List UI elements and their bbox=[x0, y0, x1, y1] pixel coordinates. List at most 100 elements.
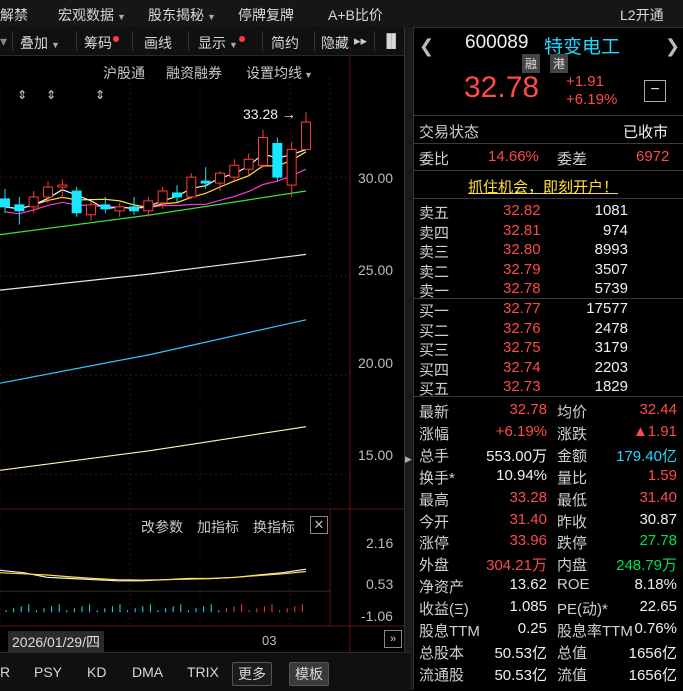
stat-value: 0.25 bbox=[517, 620, 547, 637]
more-button[interactable]: 更多 bbox=[232, 662, 272, 686]
stat-label: 昨收 bbox=[557, 513, 588, 531]
add-indicator-link[interactable]: 加指标 bbox=[197, 517, 239, 537]
status-label: 交易状态 bbox=[419, 124, 480, 141]
stat-value: 304.21万 bbox=[486, 557, 547, 575]
bid-volume: 3179 bbox=[594, 339, 628, 356]
menu-shareholder[interactable]: 股东揭秘 ▼ bbox=[148, 5, 216, 25]
candle-body bbox=[114, 206, 125, 212]
chart-grid bbox=[0, 56, 410, 656]
bid-volume: 17577 bbox=[586, 300, 628, 317]
ask-volume: 3507 bbox=[594, 260, 628, 278]
candle-body bbox=[258, 137, 268, 166]
candle-body bbox=[14, 204, 25, 212]
indicator-subchart bbox=[0, 568, 330, 613]
stat-value: 248.79万 bbox=[616, 557, 677, 575]
stock-code: 600089 bbox=[465, 32, 529, 53]
link-set-ma[interactable]: 设置均线 ▼ bbox=[246, 63, 313, 83]
tab-r[interactable]: R bbox=[0, 664, 10, 680]
stat-value: 0.76% bbox=[634, 620, 677, 637]
bid-price: 32.75 bbox=[503, 339, 541, 356]
weibi-label: 委比 bbox=[419, 151, 450, 168]
chevron-down-icon: ▼ bbox=[229, 40, 238, 50]
kline-chart[interactable] bbox=[0, 56, 410, 656]
ma-line bbox=[0, 253, 307, 291]
bid-price: 32.73 bbox=[503, 378, 541, 395]
stat-label: 总手 bbox=[419, 447, 450, 465]
double-chevron-right-icon[interactable]: » bbox=[384, 630, 402, 648]
candle-body bbox=[143, 200, 154, 212]
link-margin[interactable]: 融资融券 bbox=[166, 63, 222, 83]
candle-body bbox=[43, 186, 53, 198]
sub-tick-label: 2.16 bbox=[366, 535, 394, 551]
menu-l2-open[interactable]: L2开通 bbox=[620, 5, 664, 25]
stat-value: 1656亿 bbox=[628, 644, 677, 662]
price-change-pct: +6.19% bbox=[566, 91, 618, 108]
next-stock-icon[interactable]: ❯ bbox=[665, 36, 680, 57]
event-marker-icon[interactable]: ⇕ bbox=[17, 88, 27, 102]
stat-label: 总值 bbox=[557, 644, 588, 662]
ask-volume: 974 bbox=[602, 221, 628, 239]
menu-macro-data[interactable]: 宏观数据 ▼ bbox=[58, 5, 126, 25]
double-chevron-right-icon[interactable]: ▸▸ bbox=[354, 33, 367, 49]
candle-body bbox=[301, 121, 311, 150]
candle-body bbox=[286, 148, 297, 186]
tab-trix[interactable]: TRIX bbox=[187, 664, 219, 680]
menu-jiejin[interactable]: 解禁 bbox=[0, 5, 28, 25]
hide-button[interactable]: 隐藏 bbox=[321, 33, 349, 53]
promo-link[interactable]: 抓住机会，即刻开户！ bbox=[468, 176, 618, 197]
stat-value: 33.96 bbox=[509, 532, 547, 550]
simple-button[interactable]: 简约 bbox=[271, 33, 299, 53]
close-icon[interactable]: ✕ bbox=[310, 516, 328, 534]
stat-label: 金额 bbox=[557, 447, 588, 465]
last-price: 32.78 bbox=[464, 71, 540, 104]
switch-indicator-link[interactable]: 换指标 bbox=[253, 517, 295, 537]
menu-ab-ratio[interactable]: A+B比价 bbox=[328, 5, 383, 25]
template-button[interactable]: 模板 bbox=[289, 662, 329, 686]
weicha-value: 6972 bbox=[636, 148, 670, 165]
y-tick-label: 20.00 bbox=[358, 355, 394, 371]
link-hugutong[interactable]: 沪股通 bbox=[103, 63, 145, 83]
stat-label: 跌停 bbox=[557, 535, 588, 553]
stat-label: 收益(Ξ) bbox=[419, 601, 469, 619]
chips-button[interactable]: 筹码 bbox=[84, 33, 119, 53]
quote-panel: ❮ 600089 特变电工 ❯ 融 港 32.78 +1.91 +6.19% −… bbox=[413, 27, 683, 690]
expand-arrow-icon[interactable]: ▶ bbox=[405, 454, 412, 465]
stat-label: 涨停 bbox=[419, 535, 450, 553]
tab-dma[interactable]: DMA bbox=[132, 664, 163, 680]
display-button[interactable]: 显示 ▼ bbox=[198, 33, 245, 53]
ma-line bbox=[0, 426, 307, 471]
moving-average-lines bbox=[0, 148, 307, 471]
ask-volume: 8993 bbox=[594, 241, 628, 258]
bid-price: 32.77 bbox=[503, 300, 541, 317]
stat-label: ROE bbox=[557, 576, 590, 594]
bid-level-label: 买四 bbox=[419, 361, 450, 379]
collapse-icon[interactable]: ▐▌ bbox=[382, 33, 400, 48]
ask-price: 32.79 bbox=[503, 260, 541, 278]
stat-value: +6.19% bbox=[495, 422, 547, 440]
event-marker-icon[interactable]: ⇕ bbox=[46, 88, 56, 102]
chevron-down-icon: ▼ bbox=[117, 12, 126, 22]
stat-value: ▲1.91 bbox=[632, 422, 677, 440]
draw-line-button[interactable]: 画线 bbox=[144, 33, 172, 53]
chart-toolbar: ▾ 叠加 ▼ 筹码 画线 显示 ▼ 简约 隐藏 ▸▸ ▐▌ bbox=[0, 27, 410, 56]
overlay-button[interactable]: 叠加 ▼ bbox=[20, 33, 60, 53]
stat-value: 10.94% bbox=[496, 466, 547, 484]
candle-body bbox=[71, 190, 82, 214]
tab-kd[interactable]: KD bbox=[87, 664, 106, 680]
chevron-down-icon[interactable]: ▾ bbox=[0, 33, 7, 50]
candlesticks bbox=[0, 112, 311, 225]
tab-psy[interactable]: PSY bbox=[34, 664, 62, 680]
bid-price: 32.74 bbox=[503, 358, 541, 376]
stat-label: 最低 bbox=[557, 491, 588, 509]
minus-icon[interactable]: − bbox=[644, 80, 666, 102]
change-params-link[interactable]: 改参数 bbox=[141, 517, 183, 537]
stat-value: 8.18% bbox=[634, 576, 677, 594]
stat-label: 均价 bbox=[557, 404, 588, 421]
prev-stock-icon[interactable]: ❮ bbox=[419, 36, 434, 57]
candle-body bbox=[28, 196, 39, 208]
event-marker-icon[interactable]: ⇕ bbox=[95, 88, 105, 102]
ask-price: 32.82 bbox=[503, 202, 541, 219]
ask-level-label: 卖五 bbox=[419, 205, 450, 222]
menu-suspension[interactable]: 停牌复牌 bbox=[238, 5, 294, 25]
candle-body bbox=[57, 184, 68, 188]
